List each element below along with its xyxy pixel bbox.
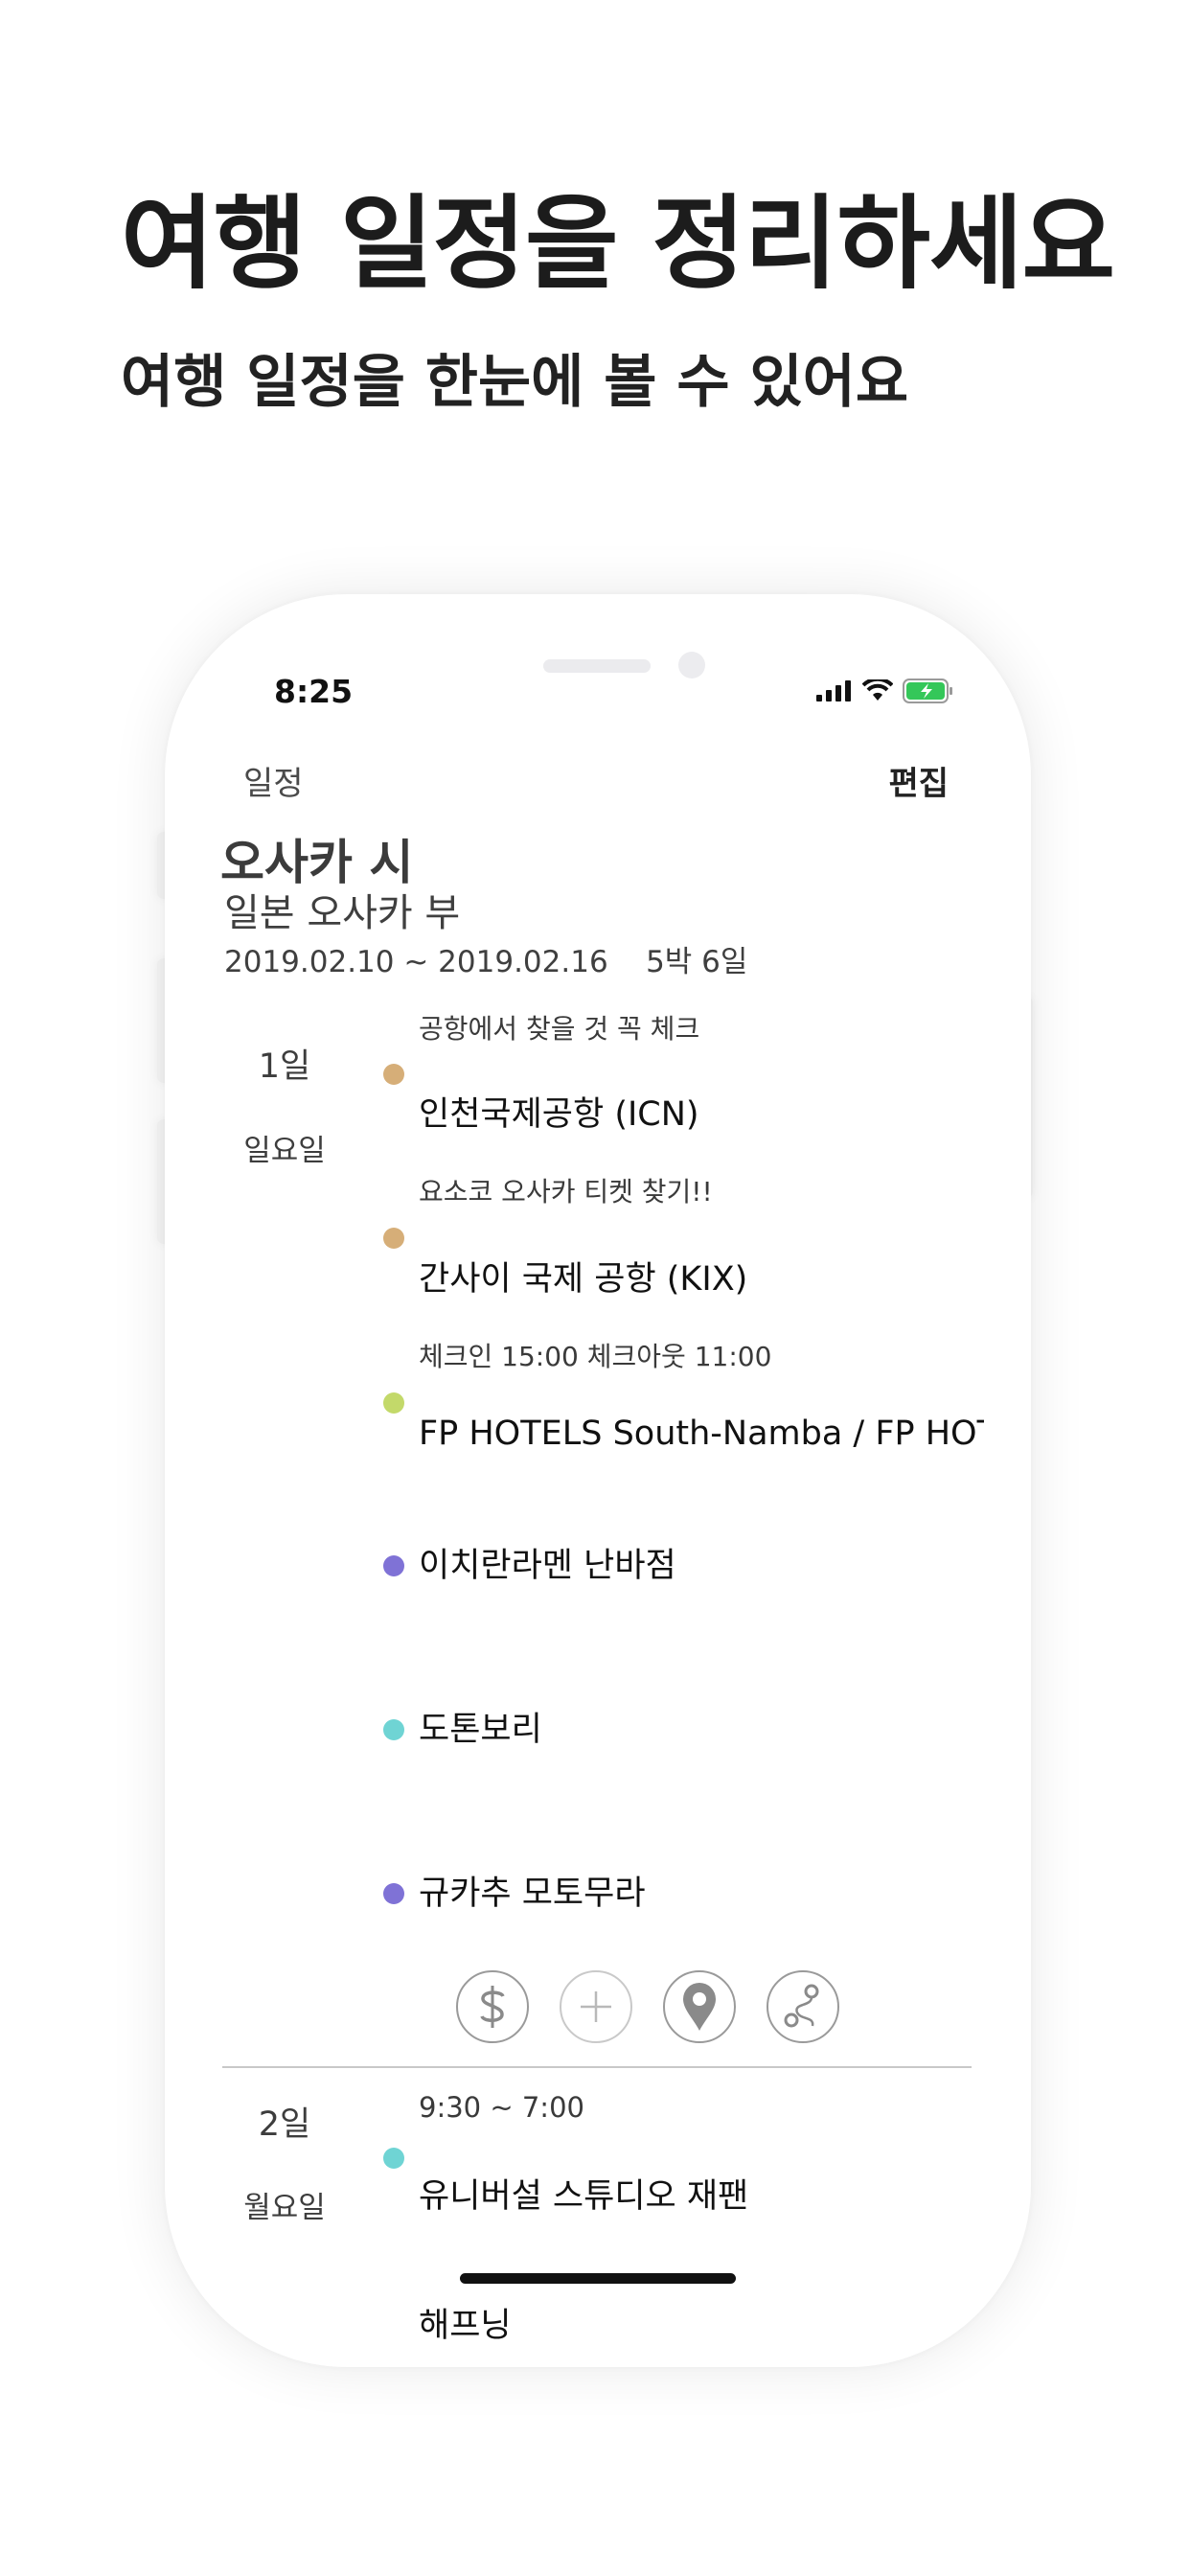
item-note: 9:30 ~ 7:00 <box>419 2091 584 2124</box>
speaker-grille <box>543 659 651 673</box>
dollar-icon <box>480 1986 505 2028</box>
phone-frame: 8:25 일정 편집 오사카 시 일본 오사카 부 2019.02.10 ~ 2… <box>165 594 1031 2367</box>
day-toolbar <box>456 1970 839 2043</box>
item-name: 유니버설 스튜디오 재팬 <box>419 2177 749 2216</box>
item-name: 규카추 모토무라 <box>419 1874 646 1913</box>
item-name: 도톤보리 <box>419 1711 542 1749</box>
battery-charging-icon <box>903 678 952 703</box>
category-dot <box>383 1719 404 1740</box>
day-label: 2일 <box>258 2105 311 2144</box>
category-dot <box>383 1392 404 1414</box>
next-item-peek: 해프닝 <box>419 2307 512 2345</box>
map-button[interactable] <box>663 1970 736 2043</box>
route-button[interactable] <box>767 1970 839 2043</box>
wifi-icon <box>862 679 893 701</box>
day-weekday: 일요일 <box>243 1134 326 1168</box>
signal-icon <box>816 680 851 702</box>
category-dot <box>383 1883 404 1904</box>
day-weekday: 월요일 <box>243 2191 326 2225</box>
front-camera <box>678 652 705 678</box>
day-label: 1일 <box>258 1047 311 1086</box>
category-dot <box>383 1228 404 1249</box>
map-pin-icon <box>683 1983 716 2031</box>
edit-button[interactable]: 편집 <box>888 757 949 804</box>
back-button[interactable]: 일정 <box>243 757 304 804</box>
trip-dates: 2019.02.10 ~ 2019.02.16 5박 6일 <box>224 945 748 979</box>
category-dot <box>383 1555 404 1576</box>
trip-region: 일본 오사카 부 <box>224 891 461 935</box>
item-name: 인천국제공항 (ICN) <box>419 1095 699 1134</box>
add-place-button[interactable] <box>560 1970 632 2043</box>
subheadline: 여행 일정을 한눈에 볼 수 있어요 <box>121 349 909 416</box>
item-name: FP HOTELS South-Namba / FP HOT... <box>419 1414 984 1453</box>
item-note: 체크인 15:00 체크아웃 11:00 <box>419 1341 772 1372</box>
category-dot <box>383 2148 404 2169</box>
item-name: 이치란라멘 난바점 <box>419 1547 676 1585</box>
day-divider <box>222 2066 972 2068</box>
expense-button[interactable] <box>456 1970 529 2043</box>
status-icons <box>816 678 954 703</box>
home-indicator[interactable] <box>460 2273 736 2284</box>
route-icon <box>784 1984 819 2028</box>
category-dot <box>383 1064 404 1085</box>
plus-icon <box>581 1991 611 2022</box>
headline: 여행 일정을 정리하세요 <box>121 185 1115 303</box>
item-note: 공항에서 찾을 것 꼭 체크 <box>419 1013 700 1045</box>
item-name: 간사이 국제 공항 (KIX) <box>419 1260 748 1299</box>
status-time: 8:25 <box>274 673 354 710</box>
item-note: 요소코 오사카 티켓 찾기!! <box>419 1176 713 1208</box>
